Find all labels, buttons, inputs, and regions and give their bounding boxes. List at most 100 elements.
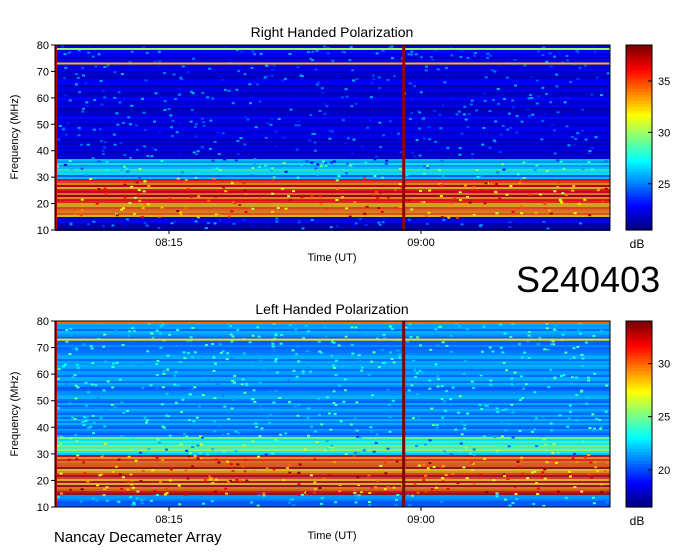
- heatmap-cell: [106, 64, 110, 67]
- heatmap-cell: [235, 88, 239, 91]
- heatmap-cell: [358, 218, 362, 220]
- heatmap-cell: [56, 496, 60, 499]
- heatmap-cell: [301, 372, 305, 375]
- heatmap-cell: [386, 447, 390, 450]
- heatmap-cell: [580, 490, 584, 493]
- heatmap-cell: [553, 55, 557, 58]
- rfi-line: [55, 338, 610, 341]
- heatmap-cell: [593, 50, 597, 53]
- heatmap-cell: [245, 382, 249, 385]
- heatmap-cell: [435, 488, 439, 491]
- heatmap-cell: [168, 220, 171, 223]
- heatmap-cell: [118, 378, 122, 381]
- heatmap-cell: [519, 399, 522, 402]
- heatmap-cell: [111, 366, 115, 368]
- heatmap-cell: [301, 370, 305, 373]
- heatmap-cell: [556, 111, 560, 114]
- heatmap-cell: [345, 95, 349, 98]
- heatmap-cell: [215, 181, 219, 184]
- heatmap-cell: [394, 189, 398, 192]
- heatmap-cell: [122, 98, 126, 101]
- heatmap-cell: [325, 335, 329, 338]
- heatmap-cell: [545, 461, 549, 464]
- heatmap-cell: [134, 448, 138, 451]
- heatmap-cell: [145, 52, 149, 54]
- heatmap-row: [55, 215, 610, 217]
- heatmap-cell: [262, 494, 266, 497]
- heatmap-cell: [353, 201, 357, 204]
- heatmap-cell: [556, 451, 560, 454]
- heatmap-cell: [501, 163, 504, 166]
- heatmap-cell: [414, 53, 418, 56]
- heatmap-cell: [419, 59, 423, 62]
- heatmap-cell: [396, 494, 400, 496]
- heatmap-cell: [143, 145, 147, 148]
- heatmap-cell: [212, 177, 216, 180]
- heatmap-cell: [556, 186, 560, 188]
- heatmap-cell: [347, 147, 351, 150]
- heatmap-cell: [105, 499, 109, 502]
- heatmap-row: [55, 381, 610, 383]
- heatmap-row: [55, 379, 610, 381]
- heatmap-cell: [243, 143, 247, 146]
- heatmap-cell: [254, 126, 258, 129]
- heatmap-cell: [581, 365, 585, 368]
- heatmap-cell: [510, 377, 514, 380]
- heatmap-cell: [545, 327, 549, 330]
- heatmap-cell: [492, 479, 496, 482]
- heatmap-row: [55, 197, 610, 199]
- heatmap-cell: [163, 108, 167, 111]
- heatmap-cell: [508, 221, 512, 224]
- heatmap-cell: [84, 82, 88, 85]
- heatmap-cell: [269, 123, 273, 126]
- heatmap-cell: [444, 104, 448, 107]
- heatmap-cell: [349, 164, 353, 167]
- heatmap-cell: [243, 189, 247, 192]
- heatmap-cell: [217, 153, 221, 156]
- heatmap-cell: [430, 407, 434, 410]
- heatmap-cell: [187, 455, 191, 458]
- heatmap-cell: [267, 133, 271, 136]
- heatmap-cell: [193, 351, 197, 354]
- heatmap-cell: [456, 216, 460, 219]
- heatmap-cell: [324, 162, 328, 165]
- heatmap-row: [55, 431, 610, 433]
- heatmap-cell: [201, 436, 204, 439]
- heatmap-cell: [414, 376, 417, 379]
- heatmap-cell: [568, 357, 572, 360]
- heatmap-cell: [64, 176, 68, 179]
- heatmap-cell: [439, 127, 443, 130]
- heatmap-cell: [302, 96, 306, 99]
- heatmap-cell: [411, 151, 415, 154]
- heatmap-cell: [411, 98, 415, 101]
- heatmap-cell: [431, 58, 435, 61]
- heatmap-cell: [181, 65, 185, 68]
- heatmap-cell: [462, 113, 466, 116]
- heatmap-cell: [566, 425, 570, 428]
- heatmap-cell: [213, 141, 217, 143]
- heatmap-cell: [163, 493, 167, 496]
- heatmap-cell: [546, 348, 550, 351]
- heatmap-cell: [317, 81, 320, 84]
- heatmap-cell: [85, 101, 89, 104]
- y-tick-label: 80: [37, 316, 49, 328]
- heatmap-cell: [358, 331, 362, 334]
- heatmap-cell: [600, 483, 604, 486]
- heatmap-cell: [97, 160, 101, 163]
- heatmap-cell: [495, 183, 498, 185]
- y-axis-label: Frequency (MHz): [9, 372, 21, 457]
- heatmap-cell: [92, 220, 96, 223]
- heatmap-cell: [146, 154, 150, 157]
- heatmap-cell: [413, 155, 417, 158]
- heatmap-row: [55, 417, 610, 419]
- heatmap-cell: [522, 387, 526, 390]
- heatmap-cell: [76, 454, 80, 457]
- heatmap-row: [55, 453, 610, 455]
- heatmap-cell: [63, 363, 67, 366]
- heatmap-cell: [74, 73, 78, 76]
- heatmap-cell: [151, 147, 155, 150]
- heatmap-cell: [61, 362, 64, 365]
- heatmap-cell: [339, 420, 343, 423]
- heatmap-cell: [68, 99, 72, 102]
- heatmap-cell: [287, 463, 291, 466]
